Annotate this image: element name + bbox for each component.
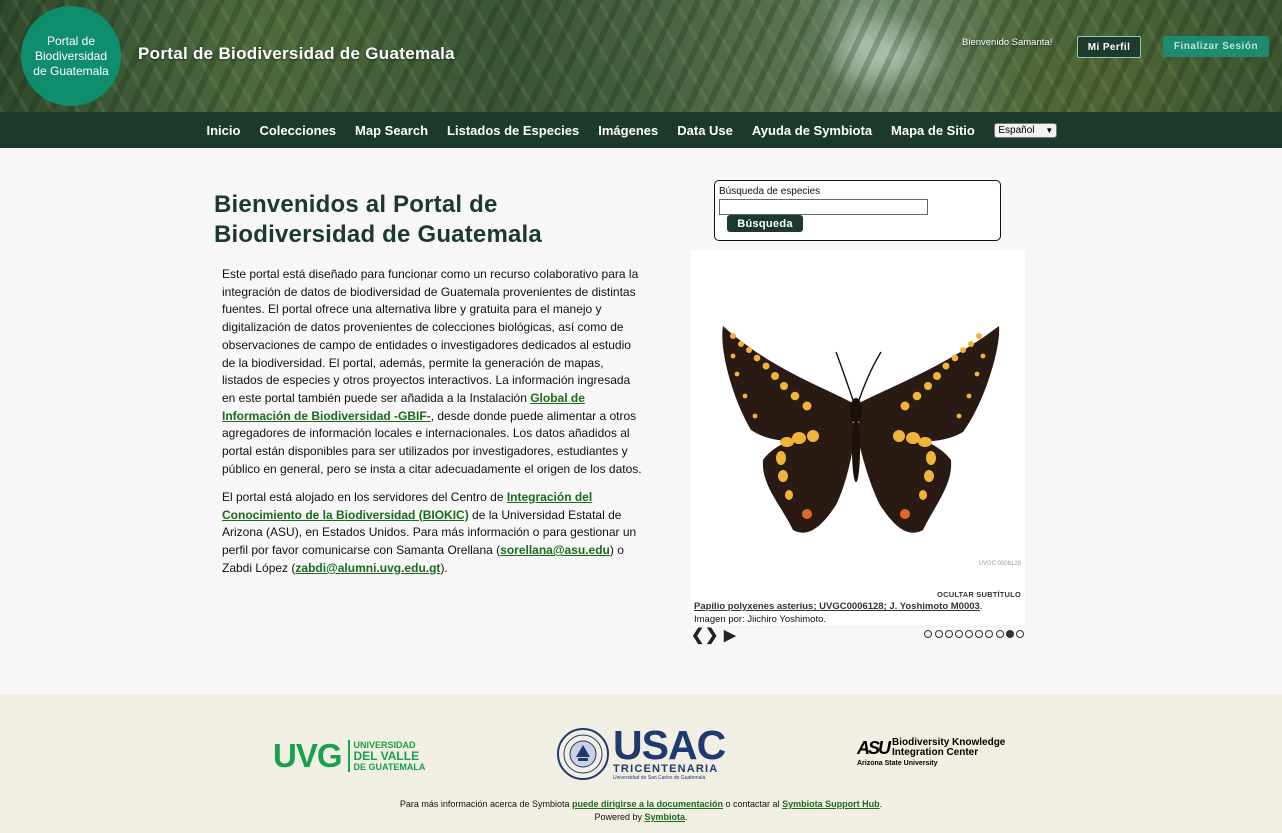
uvg-line2: DEL VALLE	[353, 749, 420, 763]
uvg-logo-text: UNIVERSIDAD DEL VALLE DE GUATEMALA	[354, 740, 426, 772]
asu-mark: ASU	[857, 738, 891, 758]
hosting-text-a: El portal está alojado en los servidores…	[222, 490, 507, 504]
footer-line1-b: o contactar al	[723, 799, 783, 809]
nav-item-imagenes[interactable]: Imágenes	[598, 123, 658, 138]
my-profile-button[interactable]: Mi Perfil	[1077, 36, 1141, 58]
portal-logo-text: Portal de Biodiversidad de Guatemala	[33, 33, 109, 78]
slide-dot[interactable]	[995, 630, 1004, 638]
uvg-logo-mark: UVG	[273, 737, 343, 774]
usac-tricentenaria: TRICENTENARIA	[613, 763, 719, 775]
slide-credit: Imagen por: Jiichiro Yoshimoto.	[694, 614, 827, 625]
biokic-text: Biodiversity Knowledge Integration Cente…	[892, 738, 1005, 758]
nav-item-listados-de-especies[interactable]: Listados de Especies	[447, 123, 579, 138]
slide-dot[interactable]	[985, 630, 994, 638]
species-search-input[interactable]	[719, 199, 928, 215]
nav-item-inicio[interactable]: Inicio	[207, 123, 241, 138]
nav-item-map-search[interactable]: Map Search	[355, 123, 428, 138]
footer-line1-a: Para más información acerca de Symbiota	[399, 799, 572, 809]
zabdi-email-link[interactable]: zabdi@alumni.uvg.edu.gt	[295, 561, 440, 575]
slide-dot[interactable]	[1005, 630, 1014, 638]
portal-logo[interactable]: Portal de Biodiversidad de Guatemala	[21, 6, 121, 106]
page-title: Bienvenidos al Portal de Biodiversidad d…	[214, 191, 542, 248]
slide-dot[interactable]	[965, 630, 974, 638]
species-search-label: Búsqueda de especies	[719, 186, 821, 197]
footer-powered-by: Powered by Symbiota.	[0, 812, 1282, 822]
symbiota-link[interactable]: Symbiota	[645, 812, 686, 822]
uvg-logo[interactable]: UVG UNIVERSIDAD DEL VALLE DE GUATEMALA	[273, 737, 425, 775]
butterfly-image[interactable]	[711, 310, 1001, 550]
usac-subtitle: Universidad de San Carlos de Guatemala	[613, 775, 706, 781]
play-icon[interactable]: ▶	[724, 627, 736, 645]
language-select-value: Español	[998, 124, 1035, 136]
species-search-button[interactable]: Búsqueda	[727, 215, 803, 232]
welcome-message: Bienvenido Samanta!	[962, 37, 1053, 48]
chevron-down-icon: ▼	[1045, 125, 1054, 135]
nav-item-data-use[interactable]: Data Use	[677, 123, 733, 138]
species-search-box: Búsqueda de especies Búsqueda	[714, 180, 1001, 241]
nav-item-colecciones[interactable]: Colecciones	[259, 123, 336, 138]
usac-seal-icon	[557, 728, 609, 780]
uvg-logo-divider	[347, 740, 350, 772]
nav-item-mapa-de-sitio[interactable]: Mapa de Sitio	[891, 123, 975, 138]
slide-caption-end: .	[979, 601, 983, 612]
footer-info-line: Para más información acerca de Symbiota …	[0, 799, 1282, 809]
support-hub-link[interactable]: Symbiota Support Hub	[782, 799, 880, 809]
usac-logo-text: USAC TRICENTENARIA Universidad de San Ca…	[613, 722, 726, 782]
previous-arrow-icon[interactable]: ❮	[691, 627, 704, 645]
intro-paragraph: Este portal está diseñado para funcionar…	[222, 266, 642, 478]
slide-dot[interactable]	[944, 630, 953, 638]
site-title[interactable]: Portal de Biodiversidad de Guatemala	[138, 44, 455, 64]
slideshow-controls: ❮ ❯ ▶	[691, 627, 1025, 645]
slide-caption: Papilio polyxenes asterius; UVGC0006128;…	[694, 600, 1022, 626]
next-arrow-icon[interactable]: ❯	[705, 627, 718, 645]
header-banner: Portal de Biodiversidad de Guatemala Por…	[0, 0, 1282, 112]
hide-caption-button[interactable]: OCULTAR SUBTÍTULO	[937, 590, 1021, 599]
catalog-number-label: UVGC 0006128	[978, 561, 1021, 567]
nav-item-ayuda-symbiota[interactable]: Ayuda de Symbiota	[752, 123, 872, 138]
footer-line2-a: Powered by	[594, 812, 645, 822]
footer-line1-c: .	[879, 799, 883, 809]
biokic-line2: Integration Center	[892, 747, 979, 758]
usac-wordmark: USAC	[613, 722, 726, 768]
sorellana-email-link[interactable]: sorellana@asu.edu	[500, 543, 610, 557]
intro-text-a: Este portal está diseñado para funcionar…	[222, 267, 639, 405]
main-nav: Inicio Colecciones Map Search Listados d…	[0, 112, 1282, 148]
language-select[interactable]: Español ▼	[994, 122, 1058, 138]
nav-items: Inicio Colecciones Map Search Listados d…	[197, 112, 1058, 148]
footer-line2-b: .	[685, 812, 688, 822]
hosting-paragraph: El portal está alojado en los servidores…	[222, 489, 642, 578]
uvg-line3: DE GUATEMALA	[353, 762, 426, 772]
slide-caption-link[interactable]: Papilio polyxenes asterius; UVGC0006128;…	[694, 601, 980, 612]
slide-dots	[922, 630, 1024, 638]
slide-dot[interactable]	[934, 630, 943, 638]
hosting-text-d: ).	[440, 560, 448, 575]
slide-dot[interactable]	[975, 630, 984, 638]
slide-dot[interactable]	[924, 630, 933, 638]
usac-logo[interactable]: USAC TRICENTENARIA Universidad de San Ca…	[556, 722, 726, 782]
documentation-link[interactable]: puede dirigirse a la documentación	[572, 799, 723, 809]
asu-university-text: Arizona State University	[857, 760, 938, 767]
slide-dot[interactable]	[1016, 630, 1024, 638]
logout-button[interactable]: Finalizar Sesión	[1163, 36, 1269, 57]
slide-dot[interactable]	[954, 630, 963, 638]
asu-biokic-logo[interactable]: ASU Biodiversity Knowledge Integration C…	[857, 738, 1005, 759]
image-slideshow: UVGC 0006128 OCULTAR SUBTÍTULO Papilio p…	[691, 250, 1025, 625]
